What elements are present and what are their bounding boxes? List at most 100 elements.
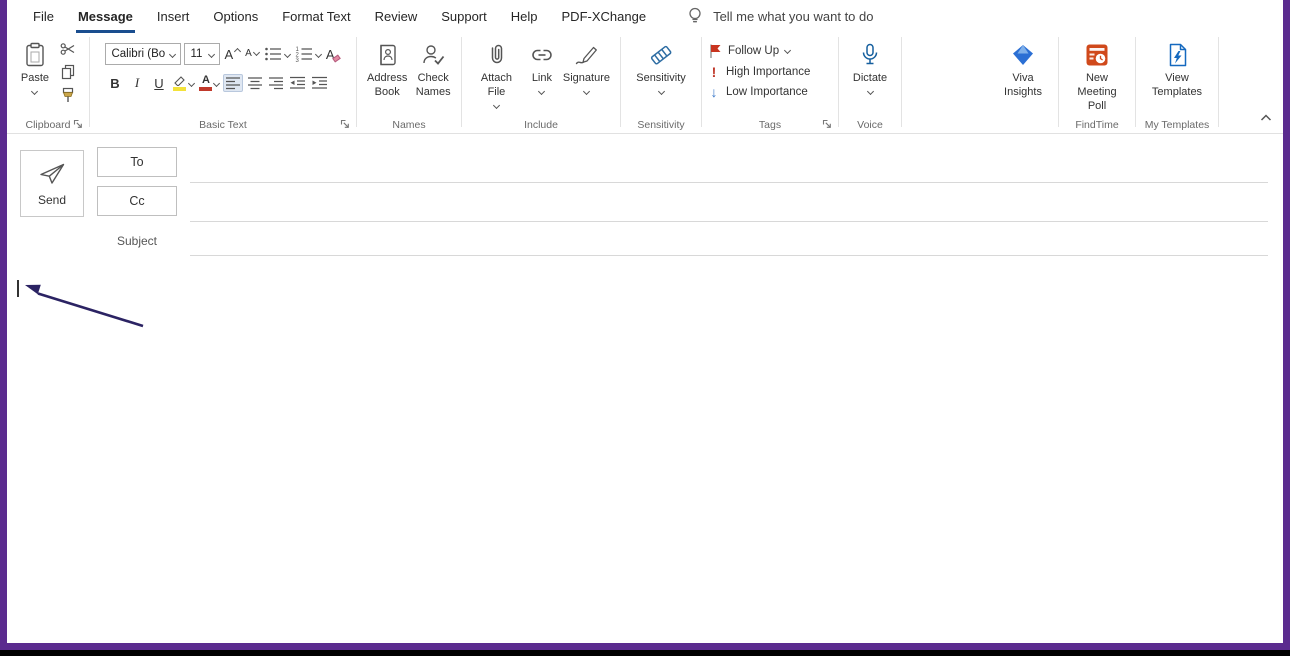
tab-help[interactable]: Help (499, 0, 550, 33)
viva-insights-label: Viva Insights (998, 72, 1048, 100)
flag-icon (708, 43, 722, 59)
paste-label: Paste (21, 72, 49, 86)
chevron-down-icon (315, 50, 322, 57)
basic-text-dialog-launcher[interactable] (339, 118, 351, 130)
high-importance-button[interactable]: ! High Importance (708, 65, 810, 79)
view-templates-button[interactable]: View Templates (1147, 37, 1207, 100)
chevron-up-icon (1259, 112, 1273, 122)
lightbulb-icon (686, 6, 704, 27)
cut-button[interactable] (57, 39, 79, 59)
findtime-group-label: FindTime (1075, 119, 1118, 131)
decrease-indent-button[interactable] (288, 75, 307, 91)
address-book-button[interactable]: Address Book (363, 37, 411, 100)
align-left-button[interactable] (223, 74, 243, 92)
bullets-button[interactable] (263, 45, 291, 63)
tab-file[interactable]: File (21, 0, 66, 33)
signature-button[interactable]: Signature (559, 37, 614, 94)
new-meeting-poll-button[interactable]: New Meeting Poll (1065, 37, 1129, 113)
tab-review[interactable]: Review (363, 0, 430, 33)
italic-button[interactable]: I (127, 73, 146, 93)
send-button[interactable]: Send (20, 150, 84, 217)
ribbon-group-names: Address Book Check Names Names (359, 33, 459, 133)
ribbon-group-findtime: New Meeting Poll FindTime (1061, 33, 1133, 133)
font-size-select[interactable]: 11 (184, 43, 220, 65)
underline-button[interactable]: U (149, 73, 168, 93)
numbering-button[interactable]: 123 (294, 45, 322, 63)
sensitivity-icon (648, 40, 674, 70)
viva-insights-button[interactable]: Viva Insights (994, 37, 1052, 100)
tab-pdf-xchange[interactable]: PDF-XChange (550, 0, 659, 33)
tell-me-box[interactable]: Tell me what you want to do (686, 0, 873, 33)
ribbon-group-voice: Dictate Voice (841, 33, 899, 133)
tags-group-label: Tags (759, 119, 781, 131)
to-button[interactable]: To (97, 147, 177, 177)
meeting-poll-icon (1084, 40, 1110, 70)
sensitivity-button[interactable]: Sensitivity (632, 37, 690, 94)
clipboard-dialog-launcher[interactable] (72, 118, 84, 130)
dictate-button[interactable]: Dictate (849, 37, 891, 94)
font-color-button[interactable]: A (198, 74, 220, 92)
tab-format-text[interactable]: Format Text (270, 0, 362, 33)
chevron-down-icon (188, 79, 195, 86)
tab-options[interactable]: Options (201, 0, 270, 33)
sensitivity-group-label: Sensitivity (637, 119, 684, 131)
check-names-icon (420, 40, 446, 70)
new-meeting-poll-label: New Meeting Poll (1069, 72, 1125, 113)
bold-button[interactable]: B (105, 73, 124, 93)
address-book-label: Address Book (367, 72, 407, 100)
clear-formatting-button[interactable]: A (325, 47, 341, 62)
my-templates-group-label: My Templates (1145, 119, 1210, 131)
align-right-icon (268, 76, 284, 90)
font-size-value: 11 (190, 48, 205, 60)
high-importance-icon: ! (708, 65, 720, 79)
increase-indent-button[interactable] (310, 75, 329, 91)
check-names-button[interactable]: Check Names (411, 37, 455, 100)
cc-button[interactable]: Cc (97, 186, 177, 216)
shrink-font-button[interactable]: A (244, 48, 260, 60)
copy-button[interactable] (57, 62, 79, 82)
chevron-down-icon (208, 50, 215, 57)
link-button[interactable]: Link (525, 37, 559, 94)
chevron-down-icon (657, 88, 664, 95)
dialog-launcher-icon (340, 119, 350, 129)
message-body[interactable] (7, 256, 1283, 643)
attach-file-button[interactable]: Attach File (468, 37, 525, 108)
follow-up-button[interactable]: Follow Up (708, 43, 790, 59)
chevron-down-icon (583, 88, 590, 95)
chevron-down-icon (866, 88, 873, 95)
collapse-ribbon-button[interactable] (1259, 109, 1273, 127)
view-templates-label: View Templates (1151, 72, 1203, 100)
ribbon-group-basic-text: Calibri (Bo 11 A A (92, 33, 354, 133)
shrink-font-icon: A (245, 49, 252, 59)
names-group-label: Names (392, 119, 425, 131)
format-painter-button[interactable] (57, 85, 79, 105)
ribbon-group-include: Attach File Link Signature (464, 33, 618, 133)
highlight-button[interactable] (171, 74, 195, 92)
align-center-icon (247, 76, 263, 90)
link-label: Link (532, 72, 552, 86)
clipboard-group-label: Clipboard (26, 119, 71, 131)
align-right-button[interactable] (267, 75, 285, 91)
subject-field[interactable] (190, 222, 1268, 256)
basic-text-group-label: Basic Text (199, 119, 247, 131)
tags-dialog-launcher[interactable] (821, 118, 833, 130)
link-icon (529, 40, 555, 70)
paste-button[interactable]: Paste (17, 37, 53, 94)
ribbon-empty-space (904, 33, 990, 133)
font-name-select[interactable]: Calibri (Bo (105, 43, 181, 65)
chevron-down-icon (784, 46, 791, 53)
tab-message[interactable]: Message (66, 0, 145, 33)
tab-insert[interactable]: Insert (145, 0, 202, 33)
low-importance-button[interactable]: ↓ Low Importance (708, 85, 808, 99)
cc-field[interactable] (190, 183, 1268, 222)
chevron-down-icon (213, 79, 220, 86)
tab-support[interactable]: Support (429, 0, 499, 33)
to-field[interactable] (190, 134, 1268, 183)
chevron-down-icon (284, 50, 291, 57)
format-painter-icon (60, 87, 76, 103)
outlook-compose-window: File Message Insert Options Format Text … (7, 0, 1283, 643)
numbering-icon: 123 (295, 46, 314, 62)
align-center-button[interactable] (246, 75, 264, 91)
grow-font-button[interactable]: A (223, 47, 241, 62)
dialog-launcher-icon (822, 119, 832, 129)
